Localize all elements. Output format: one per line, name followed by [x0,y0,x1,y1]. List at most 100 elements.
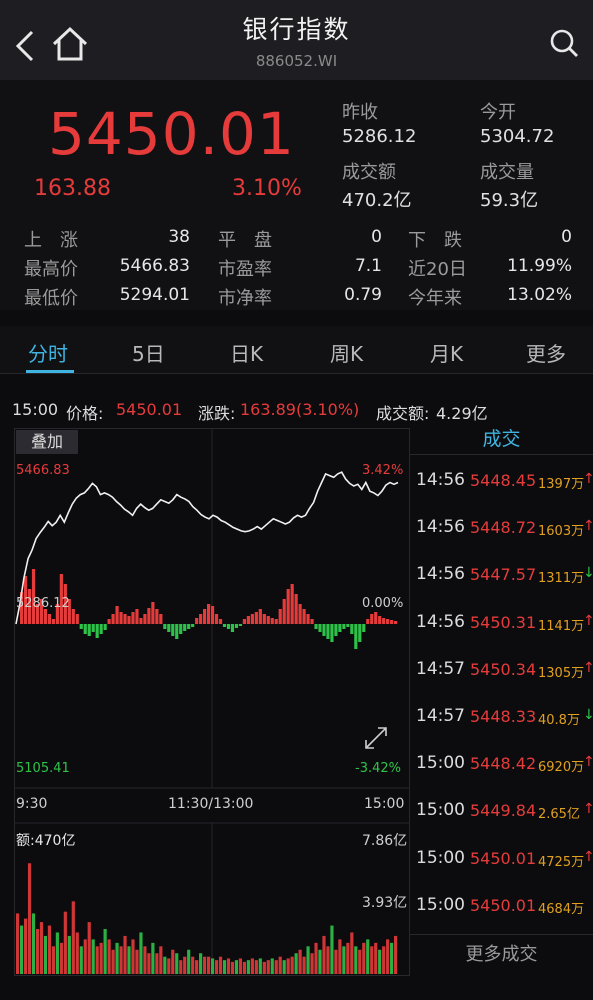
amount-bar [350,932,354,974]
up-bar [139,618,143,624]
amount-bar [354,946,358,974]
amount-bar [318,949,322,974]
trades-title[interactable]: 成交 [410,424,593,451]
amount-bar [342,946,346,974]
amount-bar [27,863,32,974]
period-tabs: 分时 5日 日K 周K 月K 更多 [0,326,593,374]
amount-bar [310,953,314,974]
trade-row: 15:00 5449.84 2.65亿 ↑ [410,800,593,847]
amount-bar [103,929,107,974]
active-tab-indicator [26,370,74,373]
tab-monthly-k[interactable]: 月K [430,338,463,367]
amount-bar [210,958,215,974]
up-bar [286,589,290,624]
up-bar [310,619,314,624]
amount-bar [203,956,207,974]
up-bar [135,609,139,624]
stat-label: 最高价 [24,259,78,280]
amount-bar [366,939,370,974]
amount-bar [374,942,378,974]
tab-intraday[interactable]: 分时 [28,338,68,367]
down-bar [330,624,334,642]
intraday-chart[interactable] [14,428,410,976]
search-icon[interactable] [545,24,585,64]
up-bar [111,614,115,624]
tab-more[interactable]: 更多 [526,338,566,367]
trades-panel: 成交 14:56 5448.45 1397万 ↑ 14:56 5448.72 1603万 ↑ 1… [410,418,593,978]
trade-volume: 4684万 [538,901,585,917]
amount-bar [378,949,382,974]
up-bar [390,620,394,624]
tab-5day[interactable]: 5日 [132,338,165,367]
amount-bar [119,946,123,974]
down-bar [163,624,167,629]
amount-bar [322,935,326,974]
trade-time: 15:00 [416,800,465,821]
stat-label: 平 盘 [218,230,272,251]
amount-bar [250,958,254,974]
stat-value: 5294.01 [119,285,190,305]
price-change: 163.88 [34,176,111,201]
up-bar [266,616,270,624]
up-bar [378,616,382,624]
up-bar [143,614,147,624]
amount-bar [47,925,52,974]
amount-bar [155,953,159,974]
up-bar [71,609,75,624]
amount-bar [302,956,306,974]
tab-daily-k[interactable]: 日K [230,338,263,367]
up-arrow-icon: ↑ [583,848,593,865]
down-bar [358,624,362,642]
trade-time: 15:00 [416,894,465,915]
trade-time: 14:56 [416,564,465,585]
amount-bar [226,958,231,974]
down-bar [183,624,187,631]
down-bar [322,624,326,636]
amount-bar [135,949,139,974]
chart-base-pct: 0.00% [362,596,404,611]
security-code: 886052.WI [255,52,338,70]
amount-bar [254,960,258,974]
up-bar [366,619,370,624]
prev-close-value: 5286.12 [342,126,417,147]
time-axis-end: 15:00 [364,796,405,812]
down-bar [95,624,99,638]
up-bar [107,619,111,624]
up-bar [151,602,155,624]
stat-value: 5466.83 [119,256,190,276]
amount-bar [290,956,294,974]
trade-row: 14:57 5450.34 1305万 ↑ [410,659,593,706]
amount-bar [282,960,286,974]
amount-bar [151,942,155,974]
trade-time: 14:56 [416,611,465,632]
stat-label: 下 跌 [408,230,462,251]
trade-price: 5448.45 [470,471,537,490]
up-bar [147,608,151,624]
amount-bar [362,942,366,974]
chart-high-price: 5466.83 [16,463,70,478]
amount-bar [115,942,119,974]
more-trades-button[interactable]: 更多成交 [410,940,593,966]
expand-icon[interactable] [365,727,387,749]
trade-time: 14:57 [416,706,465,726]
stat-label: 市净率 [218,288,272,309]
tab-weekly-k[interactable]: 周K [330,338,363,367]
chart-low-pct: -3.42% [355,761,401,776]
up-bar [218,619,223,624]
up-bar [246,616,250,624]
trade-price: 5450.01 [470,895,537,915]
down-bar [167,624,171,632]
amount-bar [306,946,310,974]
overlay-button[interactable]: 叠加 [16,430,78,454]
stat-label: 近20日 [408,259,467,280]
amount-bar [131,939,135,974]
turnover-value: 470.2亿 [342,190,412,211]
volume-label: 成交量 [480,162,534,183]
amount-bar [390,942,394,974]
down-bar [326,624,330,639]
open-value: 5304.72 [480,126,555,147]
amount-bar [382,946,386,974]
down-bar [179,624,183,634]
up-bar [199,614,203,624]
up-bar [370,614,374,624]
